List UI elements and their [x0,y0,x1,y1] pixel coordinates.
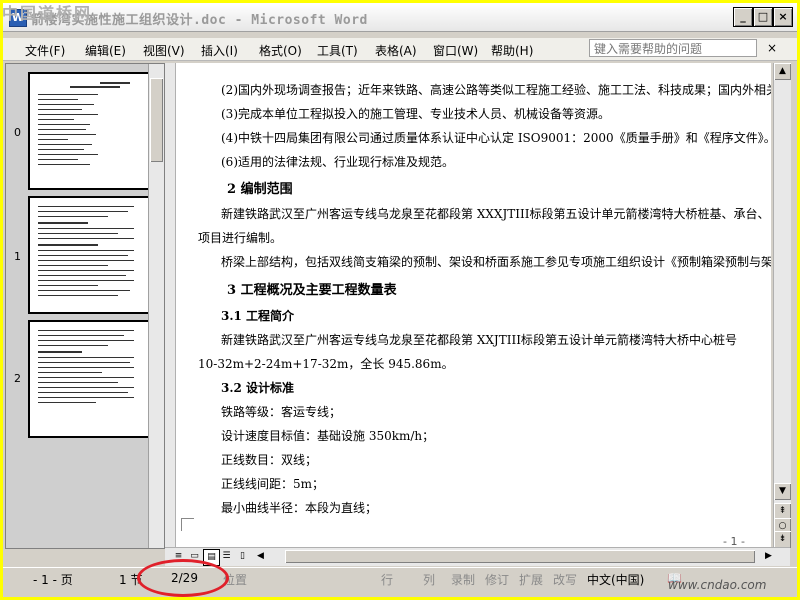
scroll-left-icon[interactable]: ◀ [253,549,268,564]
watermark-url: www.cndao.com [668,578,767,592]
thumb-label-0: 0 [14,126,21,139]
document-close-button[interactable]: × [767,41,777,55]
minimize-button[interactable]: _ [733,7,753,27]
outline-view-icon[interactable]: ☰ [219,549,234,564]
menu-edit[interactable]: 编辑(E) [85,42,126,59]
close-button[interactable]: × [773,7,793,27]
section-heading: 2 编制范围 [227,182,293,197]
maximize-button[interactable]: □ [753,7,773,27]
scroll-right-icon[interactable]: ▶ [761,549,776,564]
page-thumbnail-2[interactable] [28,320,150,438]
status-record[interactable]: 录制 [451,571,475,588]
subsection-heading: 3.2 设计标准 [221,381,295,395]
doc-line: 项目进行编制。 [198,231,283,245]
doc-line: 铁路等级：客运专线； [221,405,342,419]
doc-line: 桥梁上部结构，包括双线简支箱梁的预制、架设和桥面系施工参见专项施工组织设计《预制… [221,255,771,269]
page-number: - 1 - [723,535,745,547]
menu-table[interactable]: 表格(A) [375,42,417,59]
scroll-up-icon[interactable]: ▲ [774,63,791,80]
scroll-down-icon[interactable]: ▼ [774,483,791,500]
vertical-ruler [165,63,176,547]
thumb-label-1: 1 [14,250,21,263]
page-thumbnail-1[interactable] [28,196,150,314]
menu-tools[interactable]: 工具(T) [317,42,358,59]
document-area: (2)国内外现场调查报告；近年来铁路、高速公路等类似工程施工经验、施工工法、科技… [165,63,771,547]
doc-line: 10-32m+2-24m+17-32m，全长 945.86m。 [198,357,454,371]
menu-file[interactable]: 文件(F) [25,42,65,59]
doc-line: 新建铁路武汉至广州客运专线乌龙泉至花都段第 XXXJTIII标段第五设计单元箭楼… [221,207,770,221]
doc-line: 设计速度目标值：基础设施 350km/h； [221,429,435,443]
doc-line: (6)适用的法律法规、行业现行标准及规范。 [221,155,454,169]
menu-help[interactable]: 帮助(H) [491,42,533,59]
menu-bar: 文件(F) 编辑(E) 视图(V) 插入(I) 格式(O) 工具(T) 表格(A… [3,38,797,61]
doc-line: 最小曲线半径：本段为直线； [221,501,378,515]
page-thumbnail-0[interactable] [28,72,150,190]
annotation-circle [137,559,229,597]
status-language: 中文(中国) [587,573,645,587]
doc-line: 新建铁路武汉至广州客运专线乌龙泉至花都段第 XXJTIII标段第五设计单元箭楼湾… [221,333,737,347]
status-extend[interactable]: 扩展 [519,571,543,588]
vertical-scrollbar[interactable]: ▲ ▼ ⇞ ○ ⇟ [773,63,791,548]
watermark-logo: 中国道桥网 [2,4,93,23]
reading-layout-view-icon[interactable]: ▯ [235,549,250,564]
status-line: 行 [381,573,394,587]
thumb-label-2: 2 [14,372,21,385]
thumbnail-scroll-thumb[interactable] [150,78,163,162]
menu-window[interactable]: 窗口(W) [433,42,478,59]
menu-format[interactable]: 格式(O) [259,42,302,59]
doc-line: 正线线间距：5m； [221,477,325,491]
thumbnail-scrollbar[interactable] [148,64,164,548]
document-page[interactable]: (2)国内外现场调查报告；近年来铁路、高速公路等类似工程施工经验、施工工法、科技… [165,63,771,547]
subsection-heading: 3.1 工程简介 [221,309,295,323]
margin-corner-mark [181,518,194,531]
status-overtype[interactable]: 改写 [553,571,577,588]
thumbnail-pane: 0 1 2 [5,63,165,549]
menu-insert[interactable]: 插入(I) [201,42,238,59]
doc-line: (4)中铁十四局集团有限公司通过质量体系认证中心认定 ISO9001：2000《… [221,131,771,145]
help-search-input[interactable]: 键入需要帮助的问题 [589,39,757,57]
section-heading: 3 工程概况及主要工程数量表 [227,283,397,298]
doc-line: (2)国内外现场调查报告；近年来铁路、高速公路等类似工程施工经验、施工工法、科技… [221,83,771,97]
doc-line: 正线数目：双线； [221,453,318,467]
title-bar: W 箭楼湾实施性施工组织设计.doc - Microsoft Word _ □ … [3,3,797,32]
word-window: W 箭楼湾实施性施工组织设计.doc - Microsoft Word _ □ … [3,3,797,597]
status-track-changes[interactable]: 修订 [485,571,509,588]
menu-view[interactable]: 视图(V) [143,42,185,59]
horizontal-scroll-thumb[interactable] [285,550,755,563]
status-column: 列 [423,573,436,587]
status-page: - 1 - 页 [33,573,73,587]
horizontal-scrollbar[interactable]: ≡ ▭ ▤ ☰ ▯ ◀ ▶ [165,547,790,566]
next-page-icon[interactable]: ⇟ [774,531,791,548]
doc-line: (3)完成本单位工程拟投入的施工管理、专业技术人员、机械设备等资源。 [221,107,611,121]
